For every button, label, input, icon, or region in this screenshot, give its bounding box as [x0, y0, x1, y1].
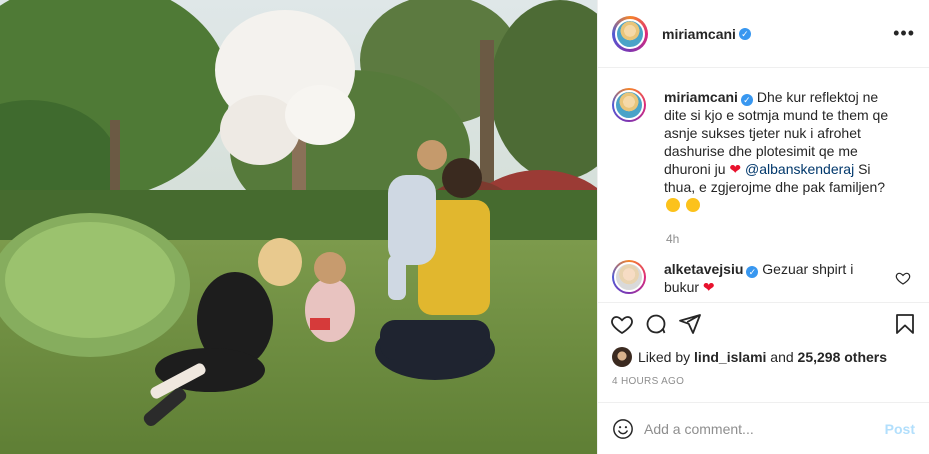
header-username[interactable]: miriamcani	[662, 26, 736, 42]
likes-others-link[interactable]: 25,298 others	[798, 349, 888, 365]
comments-section: miriamcani ✓ Dhe kur reflektoj ne dite si…	[598, 68, 929, 302]
liker-avatar[interactable]	[612, 347, 632, 367]
post-header: miriamcani ✓ •••	[598, 0, 929, 68]
like-heart-icon[interactable]	[610, 312, 634, 336]
caption-time[interactable]: 4h	[666, 232, 915, 246]
more-options-icon[interactable]: •••	[893, 23, 915, 44]
comment-like-heart-icon[interactable]	[895, 270, 911, 291]
caption-mention-link[interactable]: @albanskenderaj	[745, 161, 854, 177]
caption-text: miriamcani ✓ Dhe kur reflektoj ne dite si…	[664, 88, 896, 214]
likes-summary: Liked by lind_islami and 25,298 others	[598, 344, 929, 370]
paper-plane-icon[interactable]	[678, 312, 702, 336]
add-comment-bar: Post	[598, 402, 929, 454]
verified-badge-icon: ✓	[740, 94, 753, 106]
comment-username[interactable]: alketavejsiu	[664, 261, 743, 277]
post-side-panel: miriamcani ✓ ••• miriamcani ✓ Dhe kur ref…	[597, 0, 929, 454]
likes-text: Liked by lind_islami and 25,298 others	[638, 349, 887, 365]
bookmark-icon[interactable]	[893, 312, 917, 336]
caption-row: miriamcani ✓ Dhe kur reflektoj ne dite si…	[612, 88, 915, 214]
author-avatar-ring[interactable]	[612, 15, 648, 52]
instagram-post: miriamcani ✓ ••• miriamcani ✓ Dhe kur ref…	[0, 0, 929, 454]
tongue-emoji-icon	[666, 198, 680, 212]
likes-prefix: Liked by	[638, 349, 691, 365]
comment-input[interactable]	[644, 420, 885, 437]
red-heart-emoji-icon: ❤	[702, 279, 715, 295]
post-timestamp[interactable]: 4 HOURS AGO	[598, 370, 929, 394]
comment-item: alketavejsiu ✓ Gezuar shpirt i bukur ❤	[612, 260, 915, 296]
first-liker-link[interactable]: lind_islami	[694, 349, 766, 365]
comment-bubble-icon[interactable]	[644, 312, 668, 336]
action-bar	[598, 302, 929, 344]
smiley-icon[interactable]	[612, 418, 634, 440]
post-comment-button[interactable]: Post	[885, 421, 915, 437]
commenter-avatar[interactable]	[614, 262, 644, 292]
caption-username[interactable]: miriamcani	[664, 89, 738, 105]
verified-badge-icon: ✓	[738, 27, 751, 40]
comment-text: alketavejsiu ✓ Gezuar shpirt i bukur ❤	[664, 260, 864, 296]
verified-badge-icon: ✓	[746, 266, 759, 278]
red-heart-emoji-icon: ❤	[729, 161, 742, 177]
author-avatar[interactable]	[615, 18, 645, 49]
family-garden-photo	[0, 0, 597, 454]
caption-avatar[interactable]	[614, 90, 644, 120]
commenter-avatar-ring[interactable]	[612, 260, 646, 294]
grin-sweat-emoji-icon	[685, 198, 700, 212]
post-photo[interactable]	[0, 0, 597, 454]
caption-avatar-ring[interactable]	[612, 88, 646, 122]
likes-and: and	[770, 349, 794, 365]
